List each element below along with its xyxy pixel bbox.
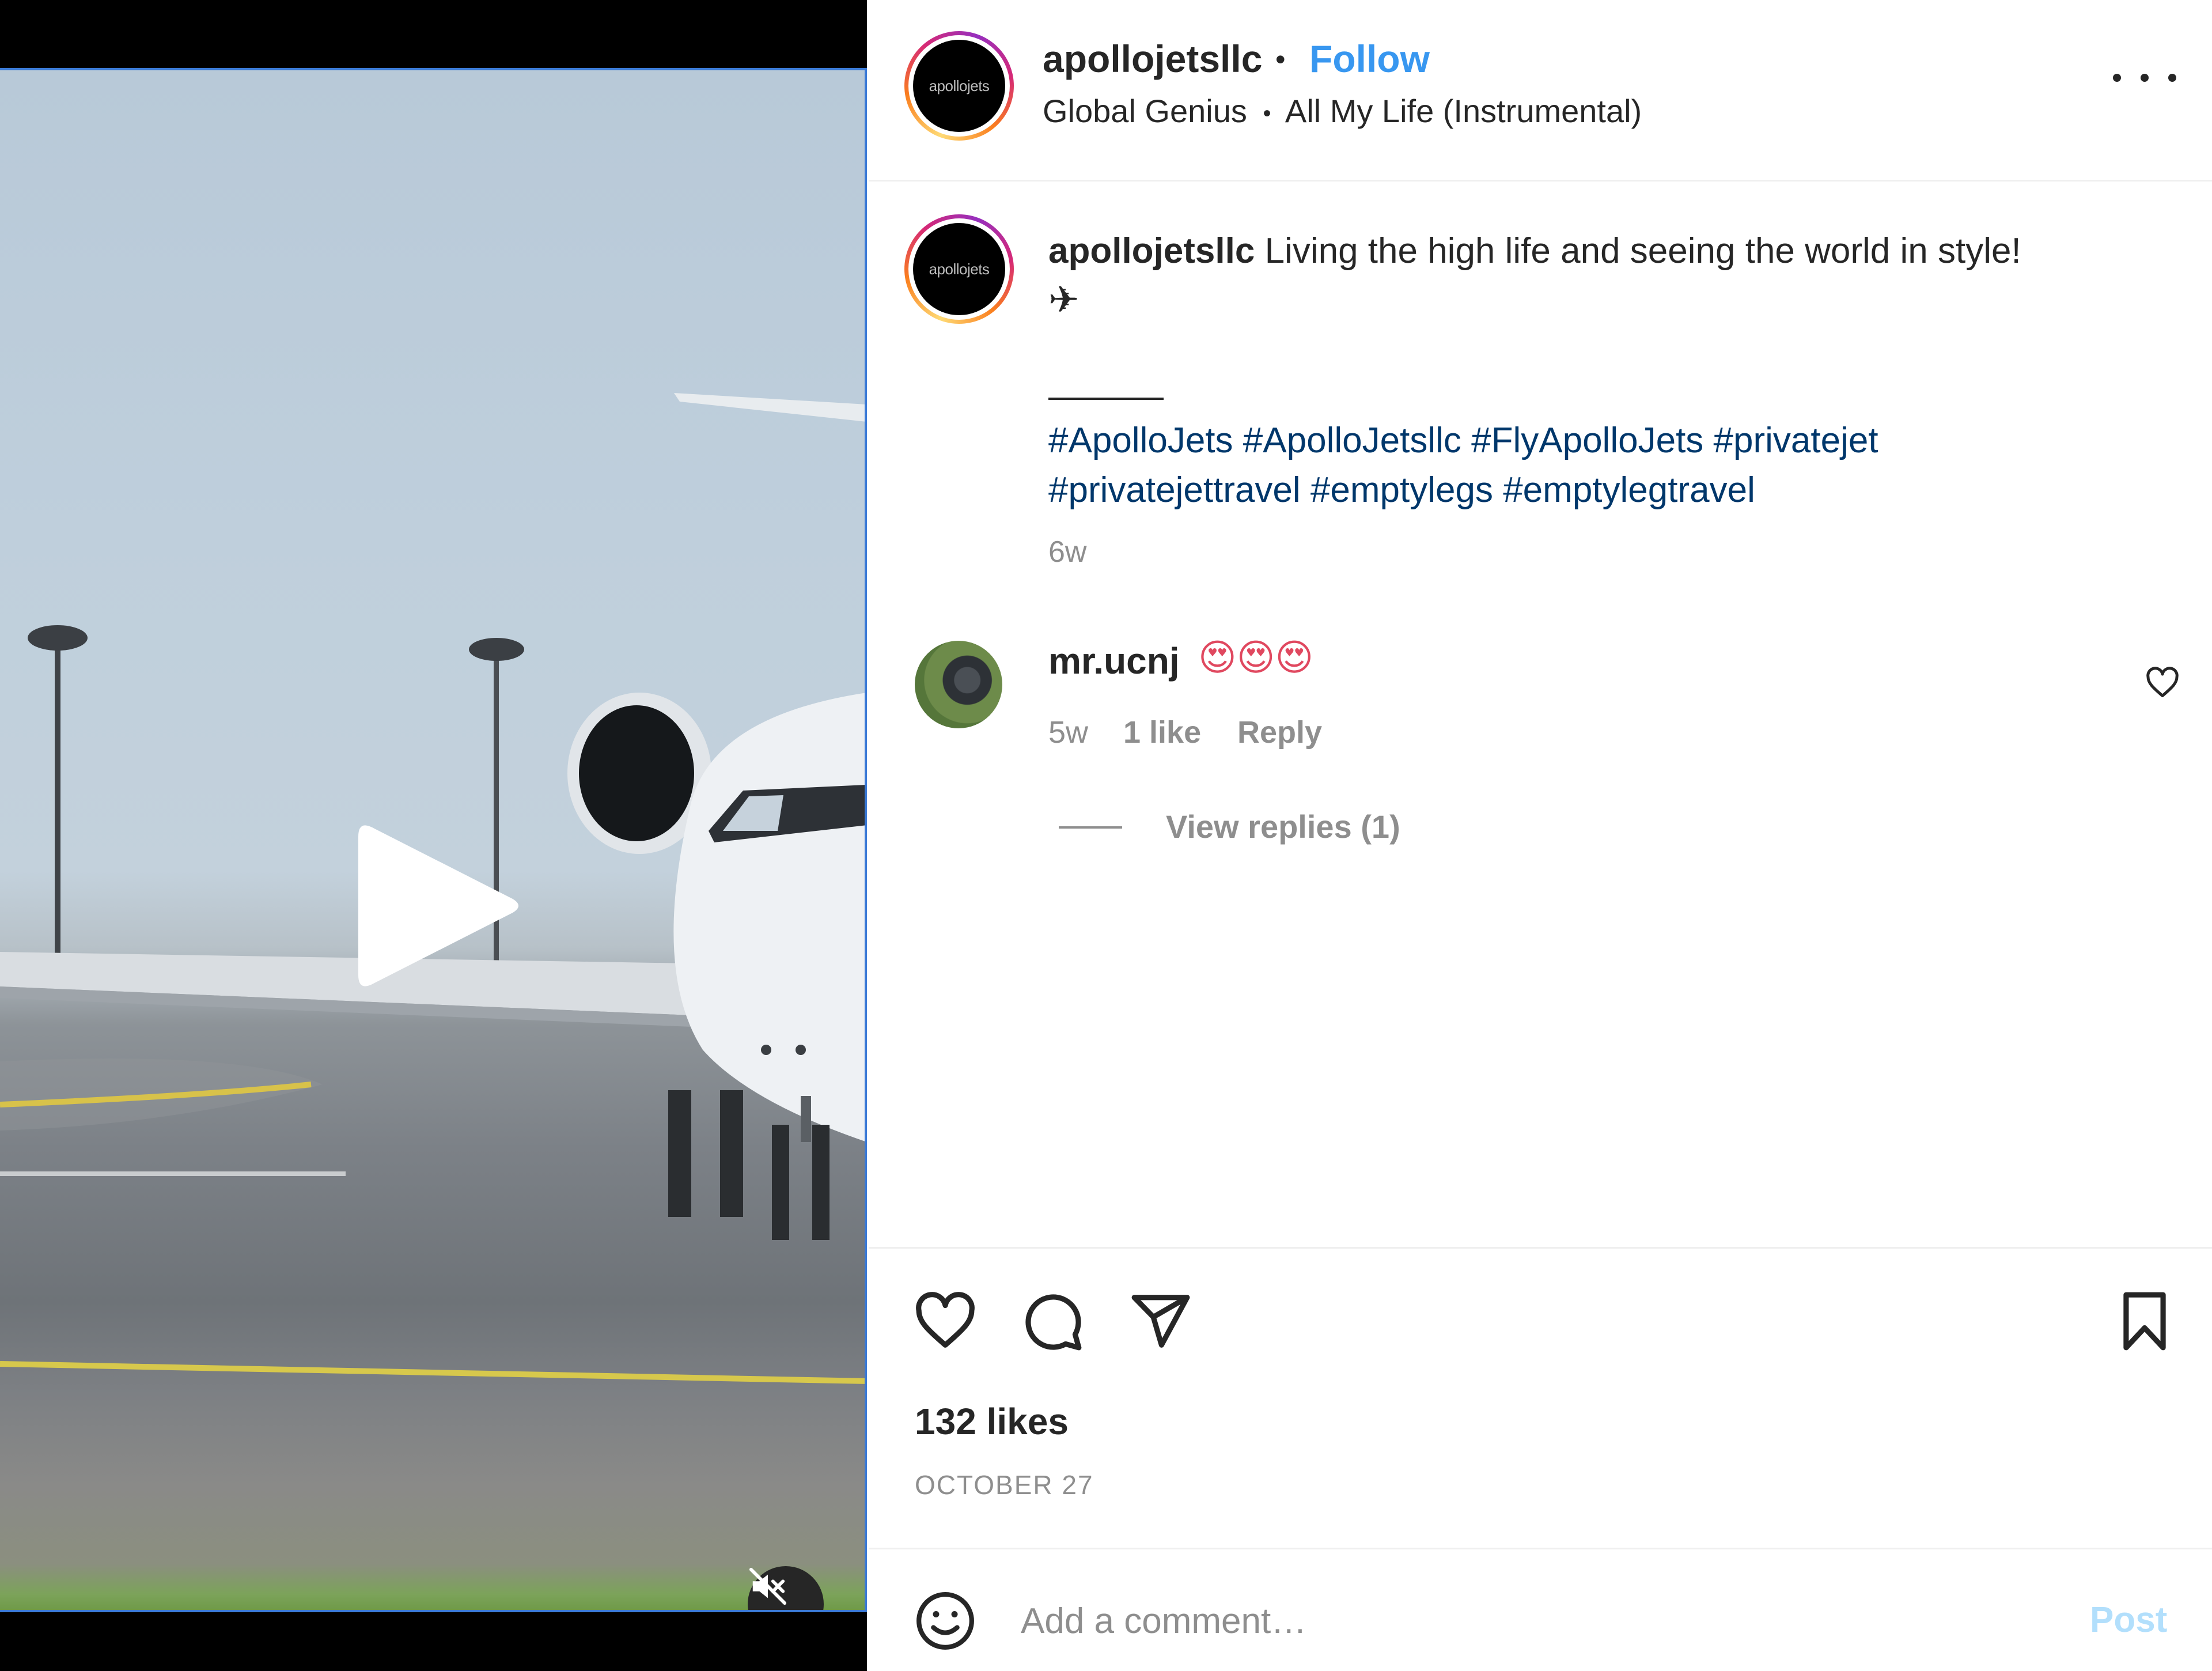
- caption-text: apollojetsllc Living the high life and s…: [1048, 227, 2172, 275]
- actions-divider: [869, 1247, 2212, 1249]
- author-avatar-logo: apollojets: [913, 40, 1005, 132]
- add-comment-input[interactable]: [1020, 1591, 2001, 1650]
- save-button[interactable]: [2113, 1290, 2176, 1353]
- hashtag-link[interactable]: #ApolloJets: [1048, 421, 1233, 460]
- more-dot-icon: [2113, 74, 2121, 82]
- hashtag-link[interactable]: #ApolloJetsllc: [1243, 421, 1461, 460]
- audio-separator: •: [1263, 100, 1271, 126]
- heart-icon: [916, 1292, 975, 1348]
- hashtag-link[interactable]: #emptylegtravel: [1503, 470, 1755, 510]
- audio-track[interactable]: All My Life (Instrumental): [1285, 93, 1642, 129]
- share-button[interactable]: [1129, 1290, 1192, 1353]
- comment-text: 😍😍😍: [1198, 637, 1314, 678]
- hashtag-link[interactable]: #privatejet: [1714, 421, 1878, 460]
- caption-avatar[interactable]: apollojets: [904, 214, 1014, 324]
- view-replies-button[interactable]: View replies (1): [1166, 808, 1400, 845]
- caption-underline: [1048, 398, 1164, 400]
- caption-avatar-logo: apollojets: [913, 223, 1005, 315]
- author-avatar[interactable]: apollojets: [904, 31, 1014, 141]
- caption-body: Living the high life and seeing the worl…: [1264, 231, 2021, 271]
- follow-button[interactable]: Follow: [1309, 37, 1430, 81]
- share-icon: [1131, 1295, 1190, 1348]
- caption-hashtags: #ApolloJets #ApolloJetsllc #FlyApolloJet…: [1048, 416, 2143, 515]
- hashtag-link[interactable]: #emptylegs: [1310, 470, 1493, 510]
- likes-count[interactable]: 132 likes: [915, 1400, 1069, 1443]
- comment-box-divider: [869, 1548, 2212, 1549]
- caption-timestamp[interactable]: 6w: [1048, 535, 1086, 569]
- emoji-picker-button[interactable]: [914, 1589, 977, 1653]
- airplane-emoji: ✈: [1048, 279, 1080, 320]
- view-replies-line: [1059, 826, 1122, 829]
- speaker-muted-icon: [749, 1567, 787, 1605]
- post-details-panel: apollojets apollojetsllc • Follow Global…: [869, 0, 2212, 1671]
- like-button[interactable]: [914, 1290, 977, 1353]
- comment-timestamp[interactable]: 5w: [1048, 714, 1088, 750]
- hashtag-link[interactable]: #FlyApolloJets: [1471, 421, 1703, 460]
- header-separator: •: [1275, 43, 1286, 75]
- post-comment-button[interactable]: Post: [2090, 1600, 2167, 1640]
- reply-button[interactable]: Reply: [1237, 714, 1322, 750]
- media-panel: [0, 0, 867, 1671]
- caption-username[interactable]: apollojetsllc: [1048, 231, 1255, 271]
- author-username[interactable]: apollojetsllc: [1043, 37, 1262, 81]
- heart-icon: [2146, 667, 2179, 697]
- hashtag-link[interactable]: #privatejettravel: [1048, 470, 1301, 510]
- play-button[interactable]: [346, 814, 530, 998]
- comment-button[interactable]: [1021, 1290, 1084, 1353]
- smiley-icon: [916, 1592, 974, 1650]
- audio-info[interactable]: Global Genius • All My Life (Instrumenta…: [1043, 92, 1642, 130]
- more-dot-icon: [2141, 74, 2149, 82]
- header-divider: [869, 180, 2212, 182]
- more-dot-icon: [2168, 74, 2176, 82]
- video-player[interactable]: [0, 68, 867, 1612]
- comment-username[interactable]: mr.ucnj: [1048, 640, 1180, 682]
- commenter-avatar[interactable]: [915, 641, 1002, 728]
- comment-like-button[interactable]: [2145, 666, 2180, 700]
- audio-artist[interactable]: Global Genius: [1043, 93, 1247, 129]
- comment-icon: [1025, 1294, 1082, 1351]
- play-icon: [358, 825, 518, 986]
- more-options-button[interactable]: [2113, 63, 2176, 92]
- comment-likes[interactable]: 1 like: [1123, 714, 1201, 750]
- post-date[interactable]: OCTOBER 27: [915, 1469, 1094, 1500]
- bookmark-icon: [2123, 1292, 2166, 1351]
